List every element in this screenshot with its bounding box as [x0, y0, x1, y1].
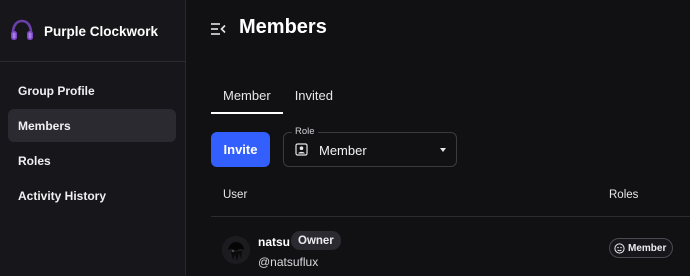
sidebar: Purple Clockwork Group Profile Members R…: [0, 0, 186, 276]
avatar[interactable]: [222, 236, 250, 264]
sidebar-nav: Group Profile Members Roles Activity His…: [8, 74, 176, 214]
tab-member[interactable]: Member: [211, 80, 283, 114]
sidebar-item-activity-history[interactable]: Activity History: [8, 179, 176, 212]
table-divider: [211, 216, 690, 217]
role-filter-value: Member: [319, 143, 367, 158]
column-header-roles: Roles: [609, 189, 639, 201]
member-username[interactable]: natsu: [258, 235, 290, 249]
contact-card-icon: [295, 143, 308, 156]
role-filter-select[interactable]: Role Member: [283, 126, 457, 167]
role-filter-label: Role: [292, 126, 318, 137]
headphones-logo-icon: [11, 19, 33, 40]
menu-collapse-icon[interactable]: [209, 20, 227, 38]
page-title: Members: [239, 16, 327, 38]
table-row[interactable]: natsu Owner @natsuflux Member: [211, 230, 690, 276]
avatar-image: [222, 236, 250, 264]
main-content: Members Member Invited Invite Role Membe…: [187, 0, 690, 276]
brand-name: Purple Clockwork: [44, 23, 159, 39]
role-chip[interactable]: Member: [609, 238, 674, 258]
tab-bar: Member Invited: [211, 80, 345, 114]
member-handle: @natsuflux: [258, 255, 319, 269]
sidebar-item-group-profile[interactable]: Group Profile: [8, 74, 176, 107]
app-window: Purple Clockwork Group Profile Members R…: [0, 0, 690, 276]
tab-invited[interactable]: Invited: [283, 80, 345, 114]
invite-button[interactable]: Invite: [211, 132, 270, 167]
role-chip-label: Member: [628, 242, 667, 254]
brand[interactable]: Purple Clockwork: [8, 14, 158, 48]
sidebar-divider: [0, 61, 186, 62]
face-icon: [614, 242, 625, 254]
sidebar-item-members[interactable]: Members: [8, 109, 176, 142]
column-header-user: User: [223, 189, 248, 201]
sidebar-item-roles[interactable]: Roles: [8, 144, 176, 177]
owner-badge: Owner: [291, 231, 341, 250]
chevron-down-icon: [440, 148, 446, 152]
